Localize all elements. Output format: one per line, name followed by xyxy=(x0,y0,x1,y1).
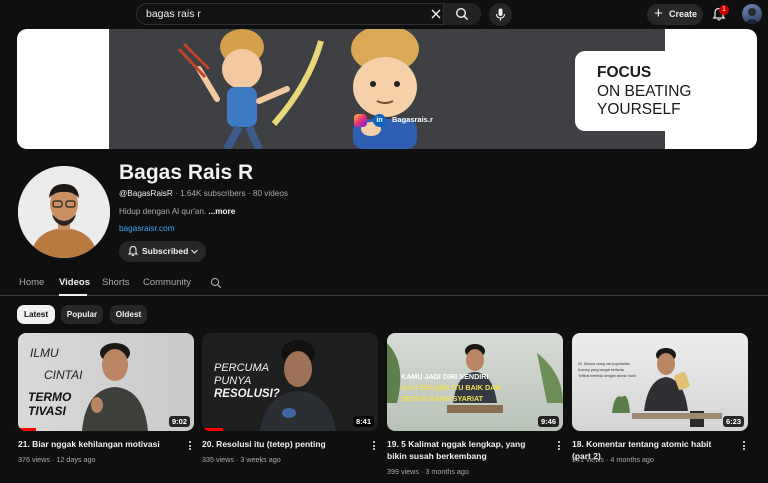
notification-badge: 1 xyxy=(719,5,729,15)
chip-popular[interactable]: Popular xyxy=(61,305,103,324)
channel-avatar[interactable] xyxy=(18,166,110,258)
more-link[interactable]: ...more xyxy=(206,207,235,216)
channel-website-link[interactable]: bagasraisr.com xyxy=(119,224,175,233)
video-meta: 376 views · 12 days ago xyxy=(18,455,96,464)
thumbnail-text: TIVASI xyxy=(28,404,66,418)
thumbnail-text: Konsep yang sangat berbeda xyxy=(578,368,624,372)
instagram-icon xyxy=(354,114,367,127)
thumbnail-text: KAMU JADI DIRI SENDIRI xyxy=(401,372,489,381)
channel-tabs: Home Videos Shorts Community xyxy=(0,272,768,296)
channel-banner: in Bagasrais.r FOCUS ON BEATING YOURSELF xyxy=(17,29,757,149)
watch-progress-bar xyxy=(18,428,36,431)
thumbnail-text: AJA! SELAMA ITU BAIK DAN xyxy=(401,383,501,392)
channel-search-icon[interactable] xyxy=(210,277,222,289)
video-meta: 241 views · 4 months ago xyxy=(572,455,654,464)
thumbnail-text: PERCUMA xyxy=(214,362,270,374)
banner-headline-3: YOURSELF xyxy=(597,101,681,118)
video-thumbnail[interactable]: PERCUMA PUNYA RESOLUSI? 8:41 xyxy=(202,333,378,431)
banner-headline-1: FOCUS xyxy=(597,64,652,81)
banner-handle: Bagasrais.r xyxy=(392,115,433,124)
video-thumbnail[interactable]: KAMU JADI DIRI SENDIRI AJA! SELAMA ITU B… xyxy=(387,333,563,431)
search-button[interactable] xyxy=(443,3,481,25)
microphone-icon xyxy=(495,8,506,21)
channel-name: Bagas Rais R xyxy=(119,161,254,184)
video-meta: 335 views · 3 weeks ago xyxy=(202,455,281,464)
tab-shorts[interactable]: Shorts xyxy=(102,277,129,288)
video-meta: 399 views · 3 months ago xyxy=(387,467,469,476)
subscribed-button[interactable]: Subscribed xyxy=(119,241,206,262)
chip-latest[interactable]: Latest xyxy=(17,305,55,324)
channel-handle: @BagasRaisR xyxy=(119,189,173,198)
clear-search-icon[interactable] xyxy=(428,6,444,22)
video-duration: 9:02 xyxy=(168,416,190,427)
thumbnail-text: 03. Semua orang cari popularitas xyxy=(578,362,630,366)
banner-quote-card: FOCUS ON BEATING YOURSELF xyxy=(575,51,721,131)
video-duration: 9:46 xyxy=(537,416,559,427)
video-title[interactable]: 19. 5 Kalimat nggak lengkap, yang bikin … xyxy=(387,438,547,462)
top-bar: bagas rais r + Create 1 xyxy=(0,0,768,30)
watch-progress-bar xyxy=(202,428,224,431)
subscribed-label: Subscribed xyxy=(142,246,189,256)
video-duration: 6:23 xyxy=(722,416,744,427)
tab-videos[interactable]: Videos xyxy=(59,277,90,288)
thumbnail-text: Terlihat berbeda dengan atomic habit xyxy=(578,374,636,378)
video-title[interactable]: 20. Resolusi itu (tetep) penting xyxy=(202,438,362,450)
bell-icon xyxy=(127,245,139,257)
chevron-down-icon xyxy=(191,249,198,254)
banner-headline-2: ON BEATING xyxy=(597,83,692,100)
more-options-icon[interactable] xyxy=(555,440,563,452)
tab-home[interactable]: Home xyxy=(19,277,44,288)
search-icon xyxy=(455,7,469,21)
thumbnail-text: ILMU xyxy=(30,346,59,360)
voice-search-button[interactable] xyxy=(489,3,512,26)
video-duration: 8:41 xyxy=(352,416,374,427)
thumbnail-text: TERMO xyxy=(28,390,72,404)
video-thumbnail[interactable]: 03. Semua orang cari popularitas Konsep … xyxy=(572,333,748,431)
channel-description[interactable]: Hidup dengan Al qur'an. ...more xyxy=(119,207,235,216)
more-options-icon[interactable] xyxy=(740,440,748,452)
create-label: Create xyxy=(669,9,698,19)
chip-oldest[interactable]: Oldest xyxy=(110,305,147,324)
create-button[interactable]: + Create xyxy=(647,4,703,25)
thumbnail-text: CINTAI xyxy=(44,368,83,382)
thumbnail-text: PUNYA xyxy=(214,375,252,387)
banner-artwork: in Bagasrais.r FOCUS ON BEATING YOURSELF xyxy=(109,29,721,149)
plus-icon: + xyxy=(654,5,663,22)
linkedin-icon: in xyxy=(373,114,386,127)
active-tab-indicator xyxy=(59,294,87,296)
channel-meta: @BagasRaisR · 1.64K subscribers · 80 vid… xyxy=(119,189,288,198)
search-box[interactable]: bagas rais r xyxy=(136,3,481,25)
video-title[interactable]: 21. Biar nggak kehilangan motivasi xyxy=(18,438,178,450)
account-avatar[interactable] xyxy=(742,4,762,24)
description-text: Hidup dengan Al qur'an. xyxy=(119,207,207,216)
more-options-icon[interactable] xyxy=(370,440,378,452)
more-options-icon[interactable] xyxy=(186,440,194,452)
video-thumbnail[interactable]: ILMU CINTAI TERMO TIVASI 9:02 xyxy=(18,333,194,431)
channel-stats: · 1.64K subscribers · 80 videos xyxy=(172,189,288,198)
thumbnail-text: SESUAI SAMA SYARIAT xyxy=(401,394,484,403)
search-input[interactable]: bagas rais r xyxy=(146,8,201,20)
tab-community[interactable]: Community xyxy=(143,277,191,288)
thumbnail-text: RESOLUSI? xyxy=(214,388,280,400)
